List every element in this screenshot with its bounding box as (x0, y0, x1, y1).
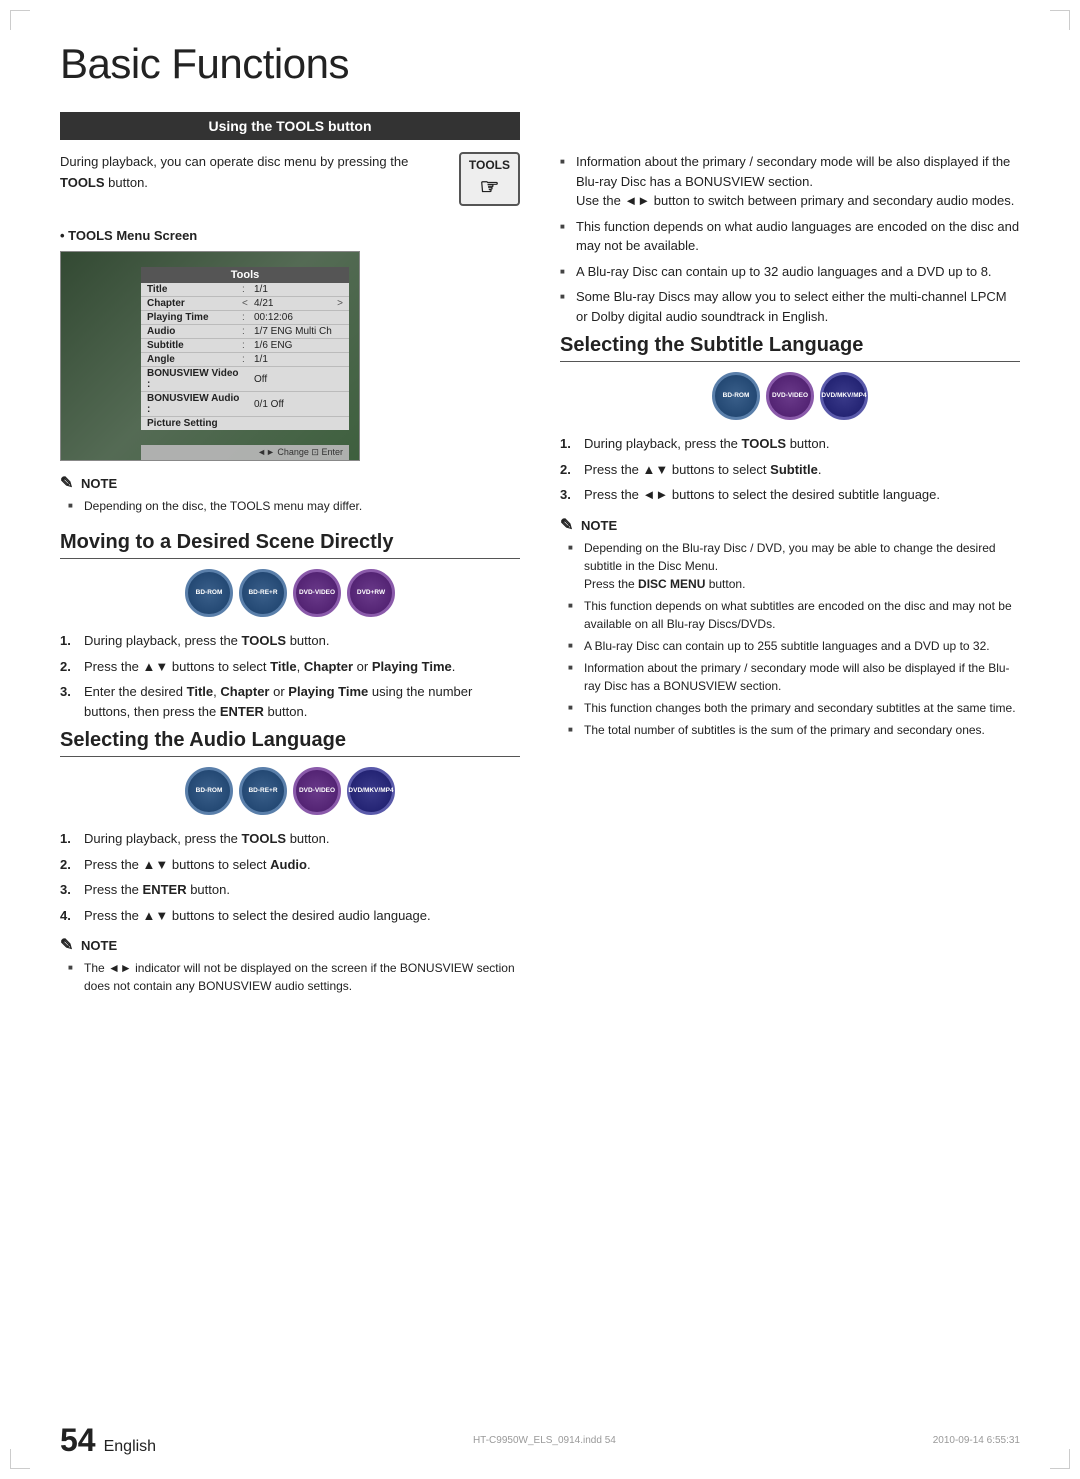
tools-note-section: ✎ NOTE Depending on the disc, the TOOLS … (60, 473, 520, 515)
step-item: 3. Enter the desired Title, Chapter or P… (60, 682, 520, 721)
corner-mark-bl (10, 1449, 30, 1469)
disc-badge-dvd-video: DVD-VIDEO (293, 767, 341, 815)
footer-filename: HT-C9950W_ELS_0914.indd 54 (473, 1435, 616, 1446)
subtitle-section: Selecting the Subtitle Language BD-ROM D… (560, 334, 1020, 739)
subtitle-section-title: Selecting the Subtitle Language (560, 334, 1020, 362)
tools-menu-row: Picture Setting (141, 417, 349, 430)
note-icon: ✎ (60, 937, 73, 954)
audio-steps-list: 1. During playback, press the TOOLS butt… (60, 829, 520, 925)
note-item: This function changes both the primary a… (568, 699, 1020, 717)
audio-section: Selecting the Audio Language BD-ROM BD-R… (60, 729, 520, 995)
audio-section-title: Selecting the Audio Language (60, 729, 520, 757)
corner-mark-tl (10, 10, 30, 30)
tools-icon-container: TOOLS ☞ (459, 152, 520, 206)
disc-badge-dvd-video: DVD-VIDEO (293, 569, 341, 617)
tools-menu-footer: ◄► Change ⊡ Enter (141, 445, 349, 460)
tools-section-header: Using the TOOLS button (60, 112, 520, 140)
disc-badge-dvd-video: DVD-VIDEO (766, 372, 814, 420)
moving-disc-badges: BD-ROM BD-RE+R DVD-VIDEO DVD+RW (60, 569, 520, 617)
subtitle-note-section: ✎ NOTE Depending on the Blu-ray Disc / D… (560, 515, 1020, 739)
note-item: This function depends on what subtitles … (568, 597, 1020, 633)
subtitle-disc-badges: BD-ROM DVD-VIDEO DVD/MKV/MP4 (560, 372, 1020, 420)
tools-menu-row: Chapter < 4/21 > (141, 297, 349, 311)
page-footer: 54 English HT-C9950W_ELS_0914.indd 54 20… (60, 1422, 1020, 1459)
note-item: Depending on the Blu-ray Disc / DVD, you… (568, 539, 1020, 593)
note-icon: ✎ (60, 475, 73, 492)
tools-intro-text: During playback, you can operate disc me… (60, 152, 520, 194)
tools-menu-panel: Tools Title : 1/1 Chapter < 4/21 > (141, 267, 349, 430)
page-title: Basic Functions (60, 40, 1020, 88)
disc-badge-bd-re: BD-RE+R (239, 767, 287, 815)
step-item: 3. Press the ENTER button. (60, 880, 520, 900)
step-item: 1. During playback, press the TOOLS butt… (60, 829, 520, 849)
note-item: Information about the primary / secondar… (568, 659, 1020, 695)
page-number: 54 (60, 1422, 96, 1459)
bullet-item: A Blu-ray Disc can contain up to 32 audi… (560, 262, 1020, 282)
note-header: ✎ NOTE (560, 515, 1020, 535)
right-column: Information about the primary / secondar… (560, 112, 1020, 1011)
corner-mark-tr (1050, 10, 1070, 30)
tools-intro-block: TOOLS ☞ During playback, you can operate… (60, 152, 520, 216)
note-item: The total number of subtitles is the sum… (568, 721, 1020, 739)
tools-menu-row: BONUSVIEW Audio : 0/1 Off (141, 392, 349, 417)
tools-label: TOOLS (469, 158, 510, 172)
disc-badge-dvdmkmp: DVD/MKV/MP4 (347, 767, 395, 815)
step-item: 2. Press the ▲▼ buttons to select Subtit… (560, 460, 1020, 480)
note-item: The ◄► indicator will not be displayed o… (68, 959, 520, 995)
bullet-item: This function depends on what audio lang… (560, 217, 1020, 256)
moving-section: Moving to a Desired Scene Directly BD-RO… (60, 531, 520, 721)
tools-menu-row: BONUSVIEW Video : Off (141, 367, 349, 392)
page-number-block: 54 English (60, 1422, 156, 1459)
tools-menu-row: Angle : 1/1 (141, 353, 349, 367)
step-item: 4. Press the ▲▼ buttons to select the de… (60, 906, 520, 926)
disc-badge-bd-rom: BD-ROM (185, 767, 233, 815)
step-item: 1. During playback, press the TOOLS butt… (60, 631, 520, 651)
tools-icon-box: TOOLS ☞ (459, 152, 520, 206)
tools-menu-label: • TOOLS Menu Screen (60, 228, 520, 243)
note-item: Depending on the disc, the TOOLS menu ma… (68, 497, 520, 515)
tools-menu-row: Title : 1/1 (141, 283, 349, 297)
subtitle-steps-list: 1. During playback, press the TOOLS butt… (560, 434, 1020, 505)
step-item: 1. During playback, press the TOOLS butt… (560, 434, 1020, 454)
tools-section: Using the TOOLS button TOOLS ☞ During pl… (60, 112, 520, 515)
moving-steps-list: 1. During playback, press the TOOLS butt… (60, 631, 520, 721)
step-item: 2. Press the ▲▼ buttons to select Title,… (60, 657, 520, 677)
page-language: English (104, 1438, 156, 1456)
note-item: A Blu-ray Disc can contain up to 255 sub… (568, 637, 1020, 655)
tools-menu-row: Audio : 1/7 ENG Multi Ch (141, 325, 349, 339)
tools-note-list: Depending on the disc, the TOOLS menu ma… (60, 497, 520, 515)
note-icon: ✎ (560, 517, 573, 534)
bullet-item: Some Blu-ray Discs may allow you to sele… (560, 287, 1020, 326)
note-header: ✎ NOTE (60, 935, 520, 955)
tools-menu-screen: Tools Title : 1/1 Chapter < 4/21 > (60, 251, 360, 461)
tools-menu-row: Subtitle : 1/6 ENG (141, 339, 349, 353)
corner-mark-br (1050, 1449, 1070, 1469)
moving-section-title: Moving to a Desired Scene Directly (60, 531, 520, 559)
subtitle-note-list: Depending on the Blu-ray Disc / DVD, you… (560, 539, 1020, 739)
tools-menu-row: Playing Time : 00:12:06 (141, 311, 349, 325)
bullet-item: Information about the primary / secondar… (560, 152, 1020, 211)
audio-info-bullets: Information about the primary / secondar… (560, 152, 1020, 326)
audio-note-list: The ◄► indicator will not be displayed o… (60, 959, 520, 995)
disc-badge-bd-re: BD-RE+R (239, 569, 287, 617)
step-item: 2. Press the ▲▼ buttons to select Audio. (60, 855, 520, 875)
left-column: Using the TOOLS button TOOLS ☞ During pl… (60, 112, 520, 1011)
step-item: 3. Press the ◄► buttons to select the de… (560, 485, 1020, 505)
disc-badge-dvd-rw: DVD+RW (347, 569, 395, 617)
footer-date: 2010-09-14 6:55:31 (933, 1435, 1020, 1446)
audio-disc-badges: BD-ROM BD-RE+R DVD-VIDEO DVD/MKV/MP4 (60, 767, 520, 815)
audio-note-section: ✎ NOTE The ◄► indicator will not be disp… (60, 935, 520, 995)
two-column-layout: Using the TOOLS button TOOLS ☞ During pl… (60, 112, 1020, 1011)
hand-icon: ☞ (469, 174, 510, 200)
disc-badge-bd-rom: BD-ROM (712, 372, 760, 420)
disc-badge-bd-rom: BD-ROM (185, 569, 233, 617)
disc-badge-dvdmkmp: DVD/MKV/MP4 (820, 372, 868, 420)
note-header: ✎ NOTE (60, 473, 520, 493)
tools-menu-title-bar: Tools (141, 267, 349, 283)
page: Basic Functions Using the TOOLS button T… (0, 0, 1080, 1479)
